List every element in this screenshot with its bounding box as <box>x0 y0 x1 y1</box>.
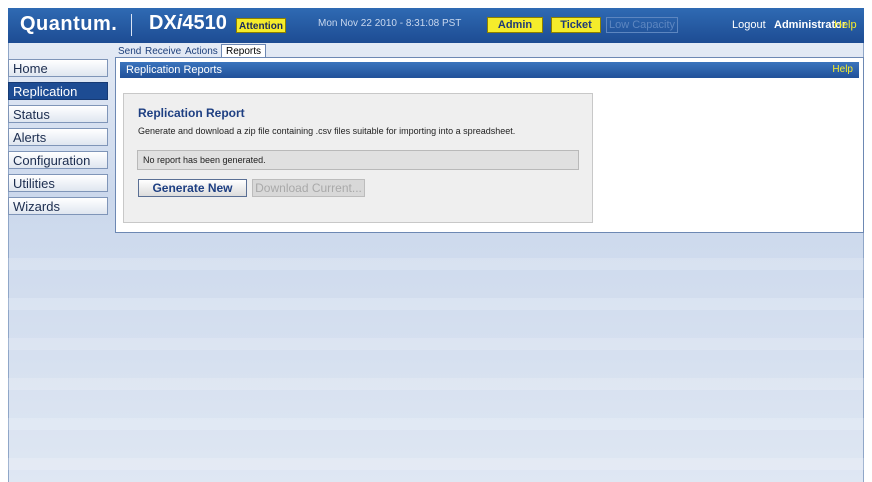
product-name: DXi4510 <box>149 12 227 35</box>
logout-link[interactable]: Logout <box>732 19 766 31</box>
background-band <box>8 258 864 270</box>
ticket-button[interactable]: Ticket <box>551 17 601 33</box>
main-panel: Replication Reports Help Replication Rep… <box>115 57 864 233</box>
product-suffix: 4510 <box>182 12 227 34</box>
panel-title: Replication Reports <box>126 64 222 76</box>
datetime-display: Mon Nov 22 2010 - 8:31:08 PST <box>318 18 462 29</box>
background-band <box>8 458 864 470</box>
nav-wizards[interactable]: Wizards <box>8 197 108 215</box>
replication-report-box: Replication Report Generate and download… <box>123 93 593 223</box>
download-current-button[interactable]: Download Current... <box>252 179 365 197</box>
nav-replication[interactable]: Replication <box>8 82 108 100</box>
admin-button[interactable]: Admin <box>487 17 543 33</box>
nav-home[interactable]: Home <box>8 59 108 77</box>
nav-alerts[interactable]: Alerts <box>8 128 108 146</box>
nav-configuration[interactable]: Configuration <box>8 151 108 169</box>
background-band <box>8 418 864 430</box>
generate-new-button[interactable]: Generate New <box>138 179 247 197</box>
panel-help-link[interactable]: Help <box>832 62 853 78</box>
quantum-logo: Quantum. <box>20 13 118 35</box>
background-band <box>8 338 864 350</box>
background-band <box>8 378 864 390</box>
logo-separator <box>131 14 132 36</box>
background-band <box>8 298 864 310</box>
report-title: Replication Report <box>138 106 245 120</box>
panel-title-bar: Replication Reports Help <box>120 62 859 78</box>
attention-badge[interactable]: Attention <box>236 18 286 33</box>
nav-status[interactable]: Status <box>8 105 108 123</box>
report-description: Generate and download a zip file contain… <box>138 126 516 136</box>
low-capacity-button[interactable]: Low Capacity <box>606 17 678 33</box>
app-frame: Quantum. DXi4510 Attention Mon Nov 22 20… <box>8 8 864 482</box>
header-help-link[interactable]: Help <box>834 19 857 31</box>
product-prefix: DX <box>149 12 177 34</box>
report-status: No report has been generated. <box>137 150 579 170</box>
header-bar: Quantum. DXi4510 Attention Mon Nov 22 20… <box>8 8 864 43</box>
nav-utilities[interactable]: Utilities <box>8 174 108 192</box>
